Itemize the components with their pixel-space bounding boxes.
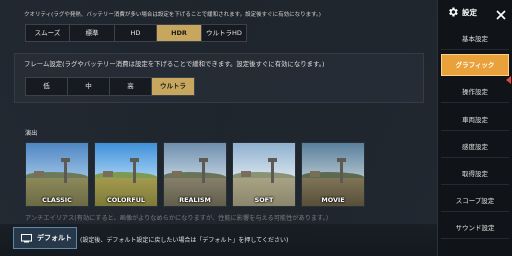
style-preset-colorful[interactable]: COLORFUL bbox=[94, 142, 158, 207]
sidebar-item-sensitivity[interactable]: 感度設定 bbox=[441, 136, 509, 158]
sidebar-title: 設定 bbox=[462, 8, 477, 17]
default-button[interactable]: デフォルト bbox=[13, 227, 77, 249]
quality-option-ultra-hd[interactable]: ウルトラHD bbox=[202, 25, 246, 41]
style-preset-classic[interactable]: CLASSIC bbox=[25, 142, 89, 207]
style-preset-soft[interactable]: SOFT bbox=[232, 142, 296, 207]
close-button[interactable] bbox=[495, 6, 507, 20]
sidebar-item-basic[interactable]: 基本設定 bbox=[441, 28, 509, 50]
style-preset-label: COLORFUL bbox=[107, 196, 145, 204]
close-icon bbox=[496, 10, 506, 20]
quality-option-smooth[interactable]: スムーズ bbox=[26, 25, 70, 41]
frame-rate-description: フレーム設定(ラグやバッテリー消費は設定を下げることで緩和できます。設定後すぐに… bbox=[24, 60, 325, 68]
default-button-label: デフォルト bbox=[37, 234, 72, 242]
style-preset-label: CLASSIC bbox=[42, 196, 72, 204]
sidebar-item-pickup[interactable]: 取得設定 bbox=[441, 163, 509, 185]
quality-option-hdr[interactable]: HDR bbox=[157, 25, 202, 41]
frame-rate-selector: 低 中 高 ウルトラ bbox=[25, 77, 195, 96]
frame-rate-option-medium[interactable]: 中 bbox=[68, 78, 110, 95]
anti-aliasing-description: アンチエイリアス(有効にすると、画像がよりなめらかになりますが、性能に影響を与え… bbox=[25, 215, 329, 222]
style-preset-label: REALISM bbox=[179, 196, 211, 204]
sidebar-item-vehicle[interactable]: 車両設定 bbox=[441, 109, 509, 131]
selection-arrow-icon bbox=[506, 76, 511, 84]
quality-selector: スムーズ 標準 HD HDR ウルトラHD bbox=[25, 24, 247, 42]
quality-description: クオリティ(ラグや発熱、バッテリー消費が多い場合は設定を下げることで緩和されます… bbox=[24, 12, 321, 18]
style-preset-label: SOFT bbox=[254, 196, 274, 204]
frame-rate-option-ultra[interactable]: ウルトラ bbox=[152, 78, 194, 95]
sidebar-item-sound[interactable]: サウンド設定 bbox=[441, 217, 509, 239]
style-preset-movie[interactable]: MOVIE bbox=[301, 142, 365, 207]
gear-icon bbox=[449, 7, 458, 17]
style-preset-label: MOVIE bbox=[321, 196, 345, 204]
quality-option-hd[interactable]: HD bbox=[115, 25, 157, 41]
frame-rate-option-high[interactable]: 高 bbox=[110, 78, 152, 95]
sidebar-item-controls[interactable]: 操作設定 bbox=[441, 81, 509, 103]
default-note: (設定後、デフォルト設定に戻したい場合は「デフォルト」を押してください) bbox=[80, 237, 289, 244]
style-label: 演出 bbox=[25, 130, 38, 137]
sidebar-item-scope[interactable]: スコープ設定 bbox=[441, 190, 509, 212]
sidebar-item-graphics[interactable]: グラフィック bbox=[441, 54, 509, 76]
style-preset-realism[interactable]: REALISM bbox=[163, 142, 227, 207]
frame-rate-option-low[interactable]: 低 bbox=[26, 78, 68, 95]
monitor-icon bbox=[21, 233, 32, 242]
quality-option-standard[interactable]: 標準 bbox=[70, 25, 115, 41]
